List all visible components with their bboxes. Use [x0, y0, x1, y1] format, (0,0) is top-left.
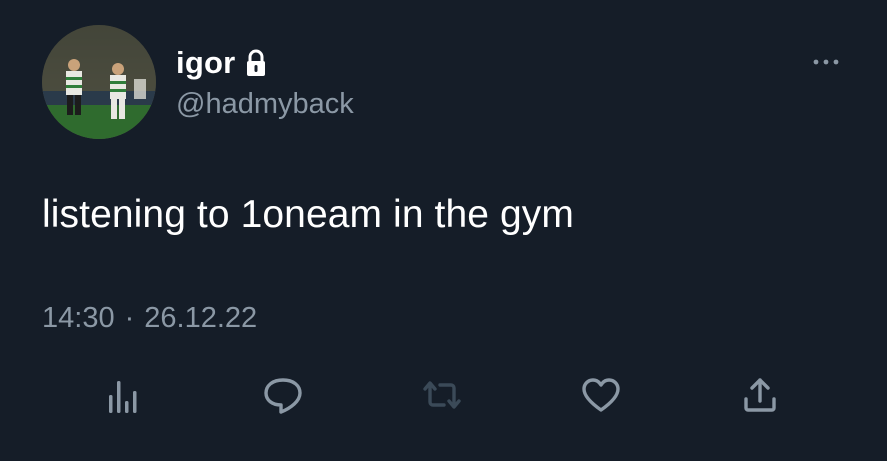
tweet-card: igor @hadmyback listening to 1oneam in t…: [0, 0, 887, 461]
reply-button[interactable]: [258, 370, 308, 420]
display-name[interactable]: igor: [176, 45, 235, 81]
retweet-icon: [423, 381, 461, 409]
author-name-row: igor: [176, 44, 267, 82]
meta-separator: ·: [124, 302, 135, 334]
reply-icon: [264, 378, 302, 414]
like-button[interactable]: [576, 370, 626, 420]
avatar[interactable]: [42, 25, 156, 139]
share-icon: [744, 378, 776, 412]
analytics-button[interactable]: [97, 370, 147, 420]
user-handle[interactable]: @hadmyback: [176, 88, 354, 121]
action-bar: [0, 370, 887, 420]
lock-icon: [245, 49, 267, 77]
heart-icon: [582, 378, 620, 412]
tweet-date[interactable]: 26.12.22: [144, 302, 257, 335]
tweet-time[interactable]: 14:30: [42, 302, 115, 335]
retweet-button[interactable]: [417, 370, 467, 420]
avatar-image: [42, 25, 156, 139]
more-icon[interactable]: [808, 50, 844, 74]
analytics-icon: [109, 381, 137, 413]
tweet-meta: 14:30 · 26.12.22: [42, 302, 257, 335]
tweet-text: listening to 1oneam in the gym: [42, 193, 574, 236]
share-button[interactable]: [735, 370, 785, 420]
